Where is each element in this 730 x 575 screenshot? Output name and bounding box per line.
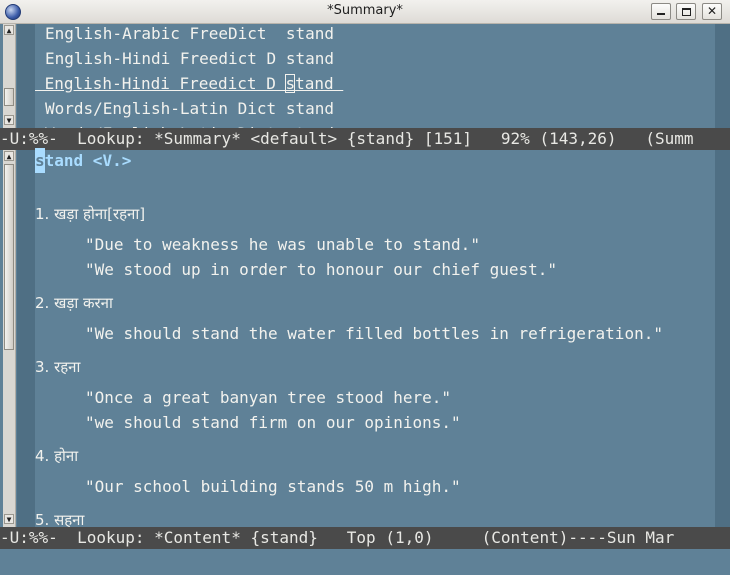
minimize-icon (657, 13, 665, 15)
scroll-up-arrow-icon[interactable]: ▲ (4, 25, 14, 35)
content-scrollbar[interactable]: ▲ ▼ (3, 150, 16, 527)
example-sentence: "Our school building stands 50 m high." (85, 477, 461, 496)
headword: stand (35, 148, 83, 173)
content-right-fringe (715, 150, 730, 527)
sense-label: 1. खड़ा होना[रहना] (35, 205, 146, 223)
example-sentence: "Due to weakness he was unable to stand.… (85, 235, 480, 254)
summary-entry[interactable]: English-Arabic FreeDict stand (45, 21, 334, 46)
summary-entry[interactable]: English-Hindi Freedict D stand (45, 46, 334, 71)
scroll-down-arrow-icon[interactable]: ▼ (4, 115, 14, 125)
sense-label: 3. रहना (35, 358, 81, 376)
sense-label: 4. होना (35, 447, 79, 465)
example-sentence: "we should stand firm on our opinions." (85, 413, 461, 432)
summary-modeline: -U:%%- Lookup: *Summary* <default> {stan… (0, 128, 730, 150)
summary-entry[interactable]: Words/English-Latin Dict stand (45, 121, 334, 128)
summary-entry[interactable]: English-Hindi Freedict D stand (35, 71, 343, 96)
scroll-down-arrow-icon[interactable]: ▼ (4, 514, 14, 524)
window-title: *Summary* (327, 3, 403, 18)
window-bottom-edge (0, 549, 730, 575)
summary-entry[interactable]: Words/English-Latin Dict stand (45, 96, 334, 121)
text-cursor: s (35, 148, 45, 173)
content-fringe (17, 150, 35, 527)
maximize-button[interactable] (676, 3, 696, 20)
headword-line: stand <V.> (35, 148, 131, 173)
part-of-speech: <V.> (83, 151, 132, 170)
summary-right-fringe (715, 24, 730, 128)
example-sentence: "Once a great banyan tree stood here." (85, 388, 452, 407)
summary-scrollbar[interactable]: ▲ ▼ (3, 24, 16, 128)
content-modeline: -U:%%- Lookup: *Content* {stand} Top (1,… (0, 527, 730, 549)
example-sentence: "We should stand the water filled bottle… (85, 324, 663, 343)
summary-fringe (17, 24, 35, 128)
summary-scroll-thumb[interactable] (4, 88, 14, 106)
content-scroll-thumb[interactable] (4, 164, 14, 350)
example-sentence: "We stood up in order to honour our chie… (85, 260, 558, 279)
sense-label: 2. खड़ा करना (35, 294, 113, 312)
text-cursor: s (285, 74, 296, 93)
maximize-icon (681, 8, 691, 16)
close-button[interactable]: ✕ (702, 3, 722, 20)
minimize-button[interactable] (651, 3, 671, 20)
scroll-up-arrow-icon[interactable]: ▲ (4, 151, 14, 161)
